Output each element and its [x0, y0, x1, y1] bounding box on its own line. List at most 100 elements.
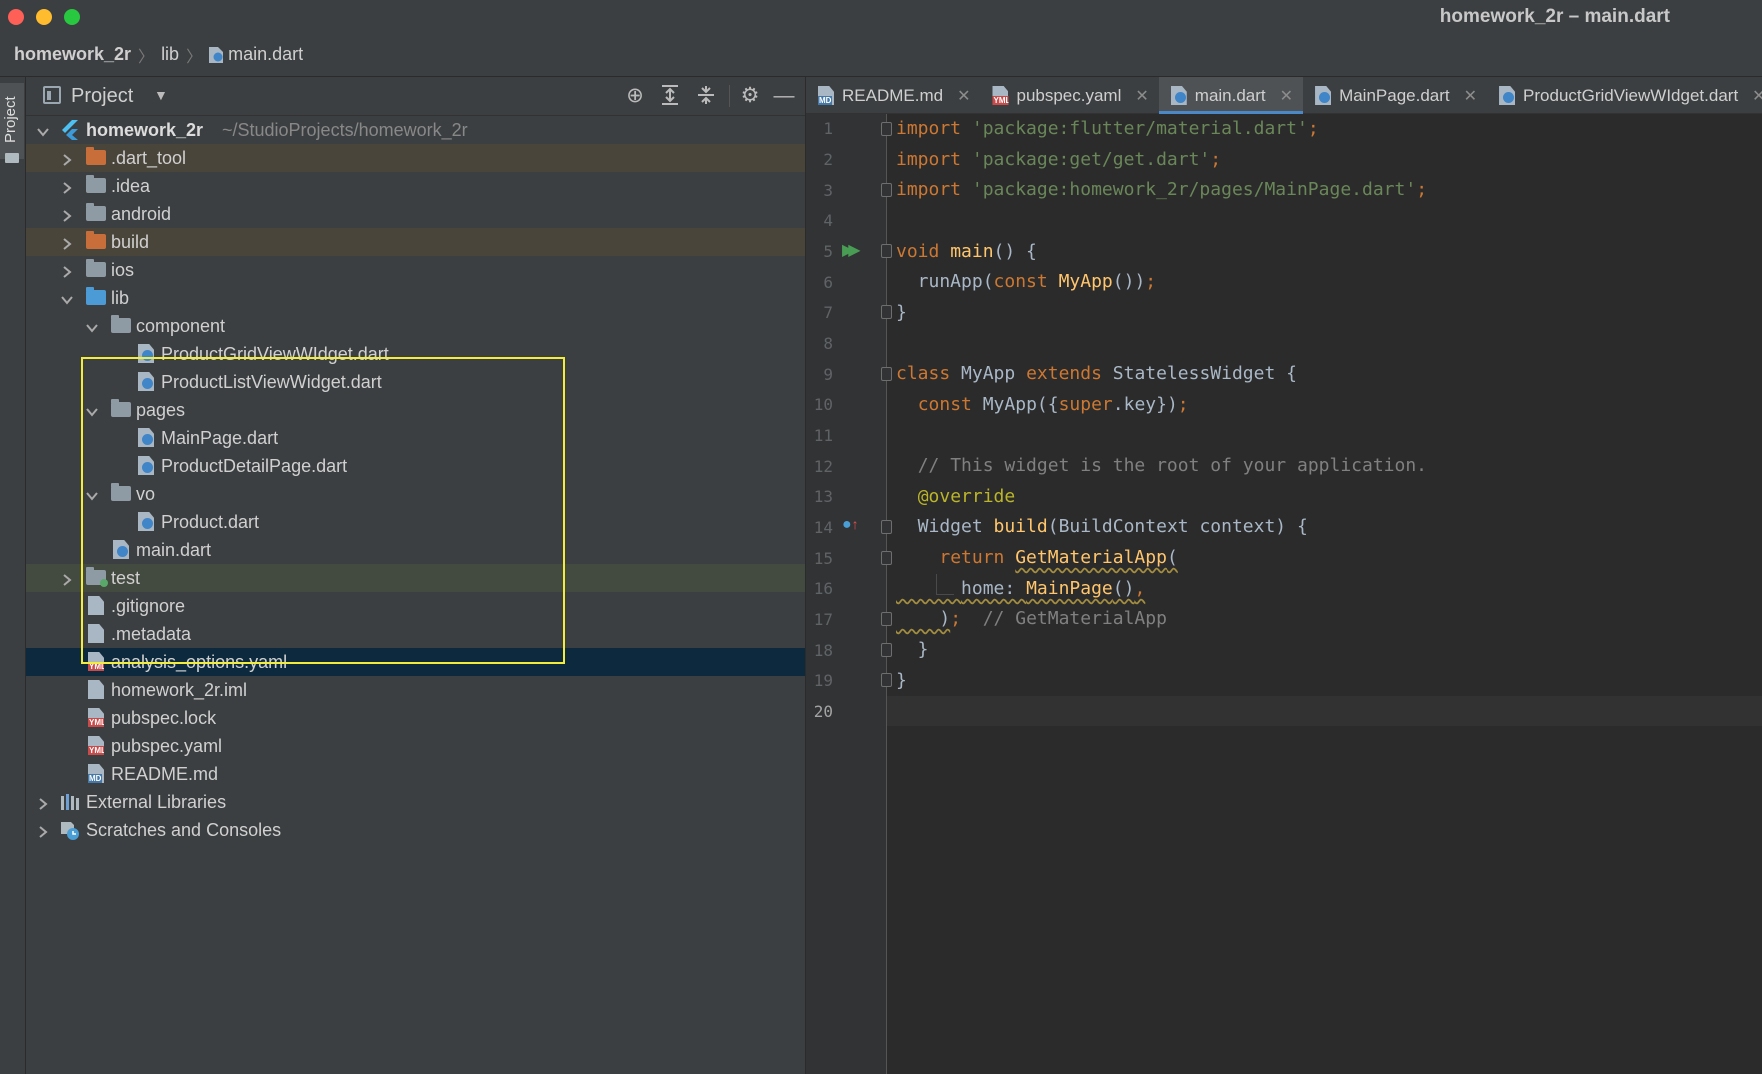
line-number: 20 [813, 702, 833, 721]
tree-item-product[interactable]: Product.dart [26, 508, 805, 536]
tab-main-dart[interactable]: main.dart ✕ [1158, 77, 1304, 114]
tree-item-component[interactable]: component [26, 312, 805, 340]
tree-item-metadata[interactable]: .metadata [26, 620, 805, 648]
close-icon[interactable]: ✕ [1752, 86, 1762, 106]
dart-file-icon [138, 344, 154, 363]
tab-pubspec-yaml[interactable]: YML pubspec.yaml ✕ [980, 77, 1158, 114]
project-view-selector[interactable]: Project [71, 85, 133, 108]
fold-marker-icon[interactable] [881, 122, 892, 136]
line-number: 15 [813, 549, 833, 568]
tree-item-analysis-options[interactable]: YML analysis_options.yaml [26, 648, 805, 676]
tree-item-readme[interactable]: MD README.md [26, 760, 805, 788]
tree-item-dart-tool[interactable]: .dart_tool [26, 144, 805, 172]
chevron-right-icon[interactable] [36, 795, 50, 810]
code-line-13: @override [917, 486, 1016, 507]
fold-marker-icon[interactable] [881, 612, 892, 626]
line-number: 8 [823, 334, 833, 353]
run-icon[interactable]: ▶▶ [842, 240, 860, 260]
fold-marker-icon[interactable] [881, 673, 892, 687]
chevron-down-icon[interactable] [60, 291, 74, 305]
hide-panel-icon[interactable]: — [772, 84, 796, 108]
close-icon[interactable]: ✕ [957, 86, 970, 106]
chevron-down-icon[interactable] [85, 319, 99, 333]
chevron-down-icon[interactable]: ▼ [154, 87, 168, 103]
breadcrumb-project[interactable]: homework_2r [14, 44, 131, 65]
override-icon[interactable]: ●↑ [842, 516, 859, 534]
breadcrumb-lib[interactable]: lib [161, 44, 179, 65]
close-window-button[interactable] [8, 9, 24, 25]
collapse-all-icon[interactable] [694, 84, 718, 108]
close-icon[interactable]: ✕ [1464, 86, 1477, 106]
project-view-icon [43, 86, 61, 104]
tab-label: ProductGridViewWIdget.dart [1523, 85, 1739, 105]
header-divider [729, 85, 730, 107]
tab-productgridviewwidget[interactable]: ProductGridViewWIdget.dart ✕ [1487, 77, 1762, 114]
tree-item-label: .metadata [111, 623, 192, 644]
title-bar: homework_2r – main.dart [0, 0, 1762, 33]
chevron-down-icon[interactable] [85, 403, 99, 417]
locate-file-icon[interactable]: ⊕ [623, 84, 647, 108]
tree-item-label: External Libraries [86, 791, 227, 812]
chevron-right-icon[interactable] [60, 151, 74, 166]
tree-item-scratches[interactable]: Scratches and Consoles [26, 816, 805, 844]
tree-item-mainpage[interactable]: MainPage.dart [26, 424, 805, 452]
source-folder-icon [86, 287, 106, 305]
tree-item-label: main.dart [136, 539, 212, 560]
fold-marker-icon[interactable] [881, 244, 892, 258]
tree-item-gitignore[interactable]: .gitignore [26, 592, 805, 620]
minimize-window-button[interactable] [36, 9, 52, 25]
tree-item-productlistviewwidget[interactable]: ProductListViewWidget.dart [26, 368, 805, 396]
close-icon[interactable]: ✕ [1280, 86, 1293, 106]
expand-all-icon[interactable] [658, 84, 682, 108]
fold-marker-icon[interactable] [881, 183, 892, 197]
tree-item-main-dart[interactable]: main.dart [26, 536, 805, 564]
tree-item-vo[interactable]: vo [26, 480, 805, 508]
fold-marker-icon[interactable] [881, 520, 892, 534]
tree-item-label: build [111, 231, 150, 252]
code-line-6: runApp(const MyApp()); [896, 271, 1157, 292]
breadcrumb-file[interactable]: main.dart [228, 44, 303, 65]
line-number: 3 [823, 181, 833, 200]
project-tool-window-button[interactable]: Project [0, 83, 24, 163]
gear-icon[interactable]: ⚙ [738, 84, 762, 108]
tree-item-test[interactable]: test [26, 564, 805, 592]
tree-item-homework-2r[interactable]: homework_2r ~/StudioProjects/homework_2r [26, 116, 805, 144]
fold-marker-icon[interactable] [881, 367, 892, 381]
tree-item-pubspec-yaml[interactable]: YML pubspec.yaml [26, 732, 805, 760]
chevron-right-icon[interactable] [36, 823, 50, 838]
chevron-right-icon[interactable] [60, 571, 74, 586]
tab-readme[interactable]: MD README.md ✕ [806, 77, 980, 114]
fold-marker-icon[interactable] [881, 305, 892, 319]
chevron-right-icon[interactable] [60, 207, 74, 222]
tree-item-label: .idea [111, 175, 151, 196]
chevron-down-icon[interactable] [85, 487, 99, 501]
tree-item-productgridviewwidget[interactable]: ProductGridViewWIdget.dart [26, 340, 805, 368]
tree-item-lib[interactable]: lib [26, 284, 805, 312]
tree-item-pubspec-lock[interactable]: YML pubspec.lock [26, 704, 805, 732]
tab-mainpage[interactable]: MainPage.dart ✕ [1303, 77, 1487, 114]
close-icon[interactable]: ✕ [1135, 86, 1148, 106]
chevron-down-icon[interactable] [36, 123, 50, 137]
dart-file-icon [1170, 86, 1187, 105]
tree-item-build[interactable]: build [26, 228, 805, 256]
chevron-right-icon[interactable] [60, 179, 74, 194]
tree-item-iml[interactable]: homework_2r.iml [26, 676, 805, 704]
breadcrumb: homework_2r 〉 lib 〉 main.dart [0, 33, 1762, 77]
markdown-file-icon: MD [818, 86, 834, 105]
line-number: 4 [823, 211, 833, 230]
tree-item-pages[interactable]: pages [26, 396, 805, 424]
fold-marker-icon[interactable] [881, 551, 892, 565]
dart-file-icon [209, 46, 224, 63]
tree-item-ios[interactable]: ios [26, 256, 805, 284]
zoom-window-button[interactable] [64, 9, 80, 25]
chevron-right-icon[interactable] [60, 263, 74, 278]
tool-window-strip: Project [0, 77, 26, 1074]
fold-marker-icon[interactable] [881, 643, 892, 657]
tree-item-external-libraries[interactable]: External Libraries [26, 788, 805, 816]
chevron-right-icon[interactable] [60, 235, 74, 250]
tree-item-productdetailpage[interactable]: ProductDetailPage.dart [26, 452, 805, 480]
excluded-folder-icon [86, 231, 106, 249]
code-editor[interactable]: 1 2 3 4 5 6 7 8 9 10 11 12 13 14 15 16 1… [806, 114, 1762, 1074]
tree-item-idea[interactable]: .idea [26, 172, 805, 200]
tree-item-android[interactable]: android [26, 200, 805, 228]
